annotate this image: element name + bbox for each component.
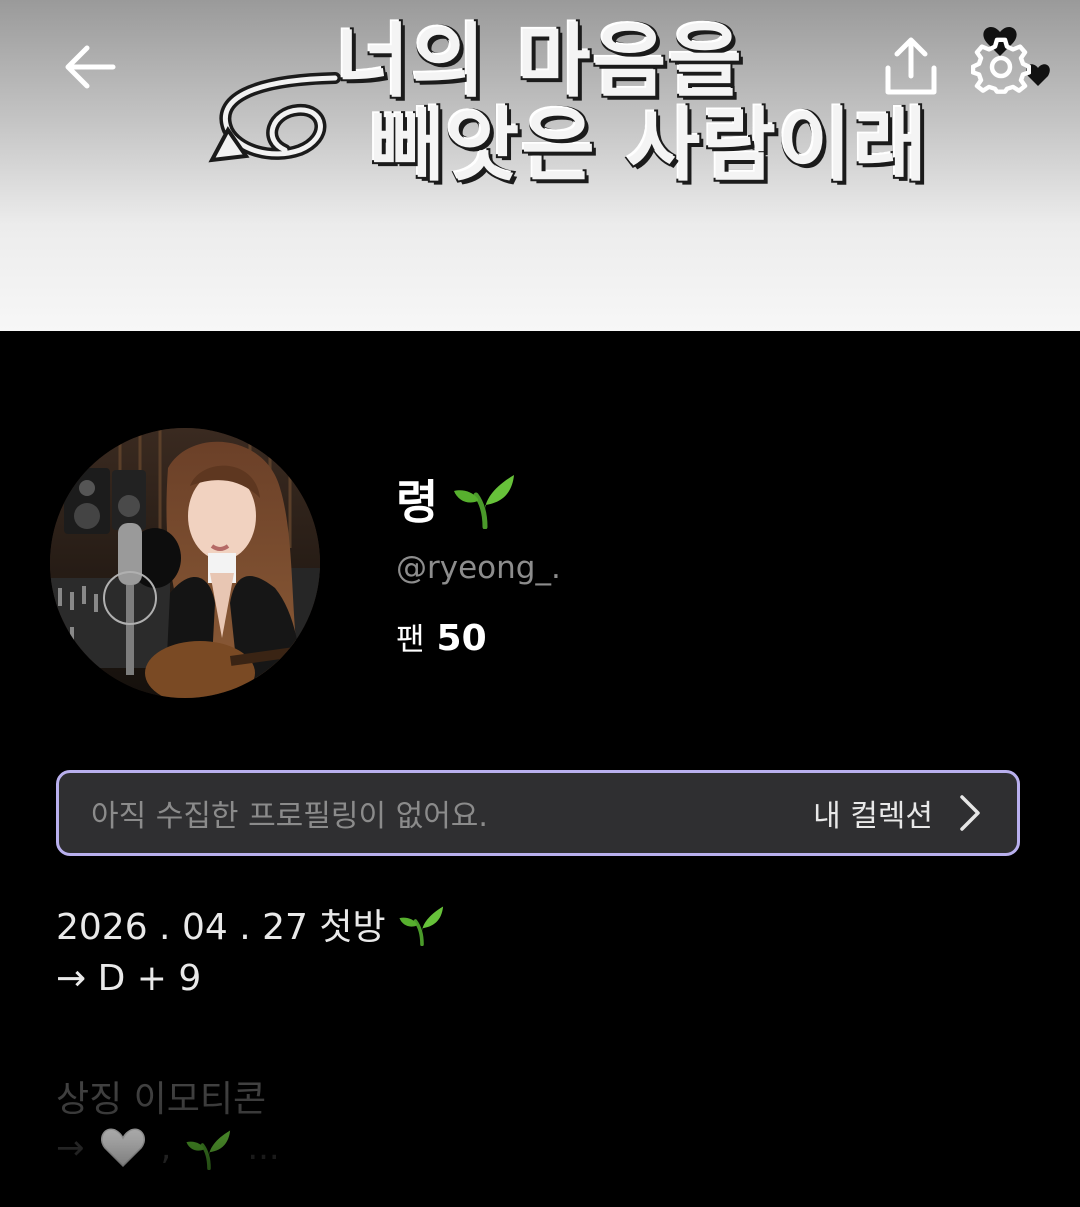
bio-symbol-title: 상징 이모티콘 [56, 1079, 267, 1120]
bio-symbol-emojis: → 🤍 , 🌱 ... , ... [56, 1126, 280, 1170]
settings-button[interactable] [966, 32, 1036, 102]
seedling-icon [399, 906, 443, 946]
my-collection-label: 내 컬렉션 [813, 799, 933, 834]
bio-debut-date: 2026 . 04 . 27 첫방 [56, 898, 446, 950]
profile-banner: 너의 마음을 빼앗은 사람이래 [0, 0, 1080, 331]
bottom-fade-overlay [0, 1040, 1080, 1207]
banner-line-2: 빼앗은 사람이래 [368, 99, 930, 192]
fan-count[interactable]: 팬 50 [396, 614, 487, 659]
share-button[interactable] [876, 32, 946, 102]
profile-name: 령 [396, 466, 518, 532]
profile-avatar[interactable] [50, 428, 320, 698]
bio-dday: → D + 9 [56, 958, 202, 999]
chevron-right-icon [960, 795, 980, 831]
arrow-left-icon [65, 45, 116, 89]
seedling-icon [454, 475, 515, 529]
fan-count-label: 팬 [396, 622, 425, 658]
bio-symbol-prefix: → [56, 1128, 85, 1168]
gear-icon [971, 37, 1031, 94]
collection-bar: 아직 수집한 프로필링이 없어요. 내 컬렉션 [56, 770, 1020, 856]
collection-empty-message: 아직 수집한 프로필링이 없어요. [91, 799, 488, 834]
ellipsis-text: ... [247, 1128, 280, 1168]
white-heart-icon [100, 1128, 145, 1168]
my-collection-link[interactable]: 내 컬렉션 [813, 791, 981, 835]
profile-handle: @ryeong_. [396, 550, 561, 586]
comma-separator: , [160, 1128, 172, 1168]
avatar-photo [50, 428, 320, 698]
share-upload-icon [885, 37, 937, 95]
fan-count-value: 50 [436, 618, 487, 659]
profile-name-text: 령 [396, 475, 439, 529]
seedling-icon [186, 1130, 231, 1170]
bio-debut-date-text: 2026 . 04 . 27 첫방 [56, 907, 386, 948]
back-button[interactable] [55, 32, 125, 102]
